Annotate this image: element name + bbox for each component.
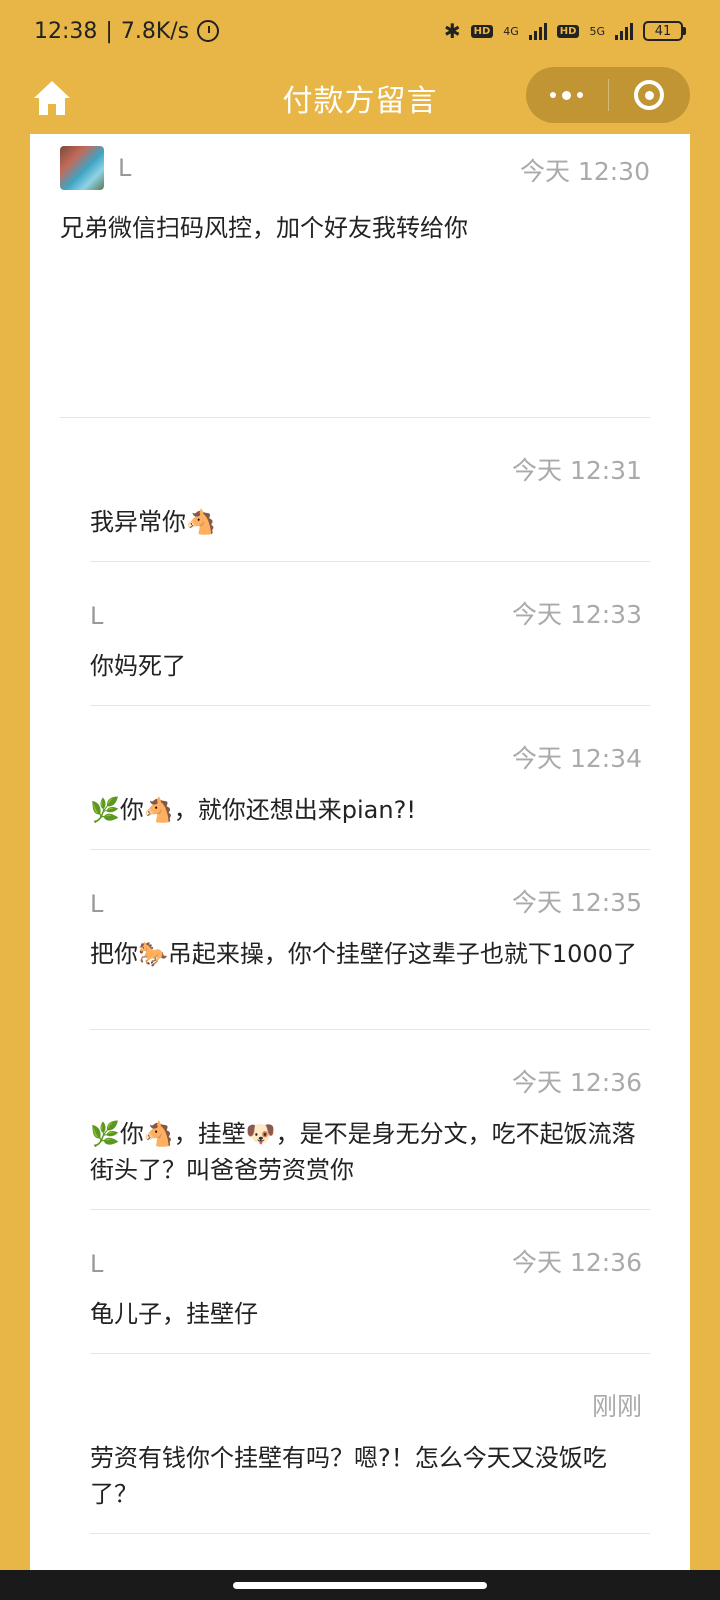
hd-badge-1: HD — [470, 24, 494, 38]
signal-icon-1 — [528, 22, 547, 40]
network-speed: 7.8K/s — [120, 18, 190, 44]
reply-item: 今天 12:34 🌿你🐴，就你还想出来pian?! — [90, 706, 650, 850]
reply-time: 刚刚 — [591, 1392, 642, 1421]
original-message: L 今天 12:30 兄弟微信扫码风控，加个好友我转给你 — [60, 146, 650, 418]
page-title: 付款方留言 — [282, 84, 438, 119]
gesture-bar — [0, 1570, 720, 1600]
network-type-2: 5G — [589, 24, 605, 38]
reply-sender: L — [90, 602, 104, 630]
network-type-1: 4G — [503, 24, 519, 38]
home-icon[interactable] — [30, 76, 74, 120]
close-icon — [634, 80, 665, 110]
signal-icon-2 — [615, 22, 633, 40]
message-card: L 今天 12:30 兄弟微信扫码风控，加个好友我转给你 今天 12:31 我异… — [30, 134, 690, 1570]
hd-badge-2: HD — [556, 24, 580, 38]
mini-program-capsule — [526, 67, 690, 123]
reply-time: 今天 12:33 — [512, 600, 642, 629]
reply-sender: L — [90, 890, 104, 918]
reply-time: 今天 12:31 — [512, 456, 642, 485]
clock: 12:38 — [34, 18, 98, 44]
more-icon[interactable] — [526, 67, 608, 123]
close-mini-program-button[interactable] — [609, 67, 691, 123]
battery-icon: 41 — [643, 21, 686, 41]
reply-item: 今天 12:36 🌿你🐴，挂壁🐶，是不是身无分文，吃不起饭流落街头了？叫爸爸劳资… — [90, 1030, 650, 1210]
reply-time: 今天 12:35 — [512, 888, 642, 917]
reply-item: L 今天 12:36 龟儿子，挂壁仔 — [90, 1210, 650, 1354]
reply-time: 今天 12:36 — [512, 1068, 642, 1097]
sender-name: L — [118, 154, 132, 182]
status-separator: | — [105, 18, 113, 44]
status-bar: 12:38 | 7.8K/s ✱ HD 4G HD 5G 41 — [0, 0, 720, 62]
reply-content: 🌿你🐴，挂壁🐶，是不是身无分文，吃不起饭流落街头了？叫爸爸劳资赏你 — [90, 1120, 636, 1184]
reply-list: 今天 12:31 我异常你🐴 L 今天 12:33 你妈死了 今天 12:34 … — [90, 418, 650, 1534]
home-indicator[interactable] — [233, 1581, 487, 1589]
reply-sender: L — [90, 1250, 104, 1278]
reply-item: L 今天 12:35 把你🐎吊起来操，你个挂壁仔这辈子也就下1000了 — [90, 850, 650, 1030]
reply-item: L 今天 12:33 你妈死了 — [90, 562, 650, 706]
nav-bar: 付款方留言 — [0, 62, 720, 134]
reply-time: 今天 12:34 — [512, 744, 642, 773]
reply-content: 劳资有钱你个挂壁有吗？嗯?！怎么今天又没饭吃了？ — [90, 1444, 607, 1508]
avatar[interactable] — [60, 146, 104, 190]
bluetooth-icon: ✱ — [443, 19, 461, 43]
status-right: ✱ HD 4G HD 5G 41 — [444, 19, 686, 43]
reply-item: 刚刚 劳资有钱你个挂壁有吗？嗯?！怎么今天又没饭吃了？ — [90, 1354, 650, 1534]
message-time: 今天 12:30 — [520, 157, 650, 186]
message-content: 兄弟微信扫码风控，加个好友我转给你 — [60, 214, 468, 242]
reply-item: 今天 12:31 我异常你🐴 — [90, 418, 650, 562]
battery-level: 41 — [654, 23, 672, 39]
alarm-icon — [197, 20, 220, 42]
status-left: 12:38 | 7.8K/s — [34, 18, 220, 44]
reply-time: 今天 12:36 — [512, 1248, 642, 1277]
